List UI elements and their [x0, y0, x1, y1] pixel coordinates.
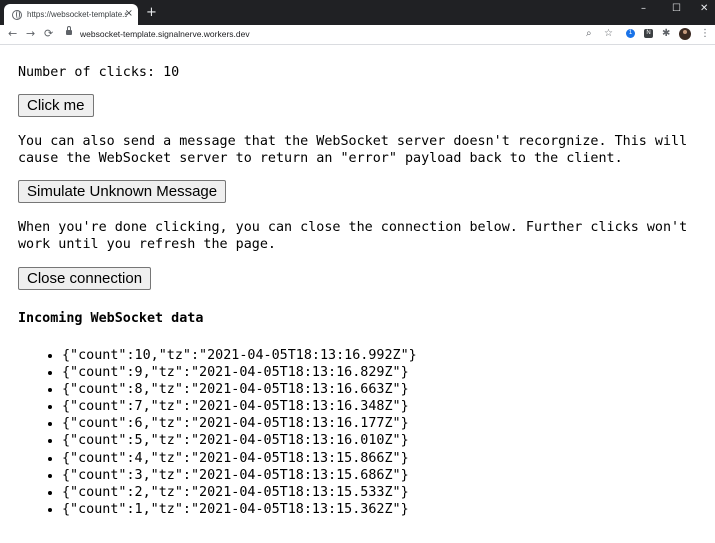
list-item: {"count":7,"tz":"2021-04-05T18:13:16.348… — [62, 398, 417, 415]
simulate-unknown-message-button[interactable]: Simulate Unknown Message — [18, 180, 227, 203]
list-item: {"count":2,"tz":"2021-04-05T18:13:15.533… — [62, 484, 417, 501]
minimize-icon[interactable]: – — [641, 2, 646, 16]
browser-menu-icon[interactable]: ⋮ — [700, 27, 710, 41]
profile-avatar[interactable] — [679, 28, 691, 40]
lock-icon[interactable] — [66, 26, 72, 35]
browser-tab[interactable]: https://websocket-template.signalnerve.w… — [4, 4, 138, 25]
close-connection-button[interactable]: Close connection — [18, 267, 152, 290]
zoom-icon[interactable]: ⌕ — [586, 27, 592, 41]
notion-extension-icon[interactable]: N — [644, 29, 653, 38]
click-me-button[interactable]: Click me — [18, 94, 94, 117]
description-line: You can also send a message that the Web… — [18, 134, 688, 149]
list-item: {"count":10,"tz":"2021-04-05T18:13:16.99… — [62, 347, 417, 364]
list-item: {"count":4,"tz":"2021-04-05T18:13:15.866… — [62, 450, 417, 467]
list-item: {"count":5,"tz":"2021-04-05T18:13:16.010… — [62, 432, 417, 449]
close-window-icon[interactable]: ✕ — [700, 2, 708, 16]
description-line: cause the WebSocket server to return an … — [18, 151, 623, 166]
description-line: work until you refresh the page. — [18, 237, 276, 252]
unknown-message-description: You can also send a message that the Web… — [18, 133, 698, 167]
list-item: {"count":1,"tz":"2021-04-05T18:13:15.362… — [62, 501, 417, 518]
incoming-messages-list: {"count":10,"tz":"2021-04-05T18:13:16.99… — [18, 347, 417, 518]
reload-icon[interactable]: ⟳ — [44, 27, 53, 41]
list-item: {"count":6,"tz":"2021-04-05T18:13:16.177… — [62, 415, 417, 432]
extensions-puzzle-icon[interactable]: ✱ — [662, 27, 670, 41]
maximize-icon[interactable]: ☐ — [672, 2, 681, 16]
close-connection-description: When you're done clicking, you can close… — [18, 219, 698, 253]
tab-close-icon[interactable]: × — [125, 8, 133, 20]
list-item: {"count":3,"tz":"2021-04-05T18:13:15.686… — [62, 467, 417, 484]
browser-titlebar: https://websocket-template.signalnerve.w… — [0, 0, 715, 25]
globe-icon — [12, 9, 22, 20]
password-extension-icon[interactable]: 1 — [626, 29, 635, 38]
forward-icon[interactable]: → — [26, 27, 35, 41]
click-count-text: Number of clicks: 10 — [18, 65, 180, 80]
bookmark-star-icon[interactable]: ☆ — [604, 27, 613, 41]
new-tab-icon[interactable]: + — [146, 6, 157, 20]
list-item: {"count":8,"tz":"2021-04-05T18:13:16.663… — [62, 381, 417, 398]
back-icon[interactable]: ← — [8, 27, 17, 41]
incoming-data-heading: Incoming WebSocket data — [18, 311, 204, 326]
browser-toolbar: ← → ⟳ websocket-template.signalnerve.wor… — [0, 25, 715, 45]
address-bar[interactable]: websocket-template.signalnerve.workers.d… — [80, 28, 250, 40]
tab-title: https://websocket-template.signalnerve.w… — [27, 10, 127, 19]
description-line: When you're done clicking, you can close… — [18, 220, 688, 235]
list-item: {"count":9,"tz":"2021-04-05T18:13:16.829… — [62, 364, 417, 381]
